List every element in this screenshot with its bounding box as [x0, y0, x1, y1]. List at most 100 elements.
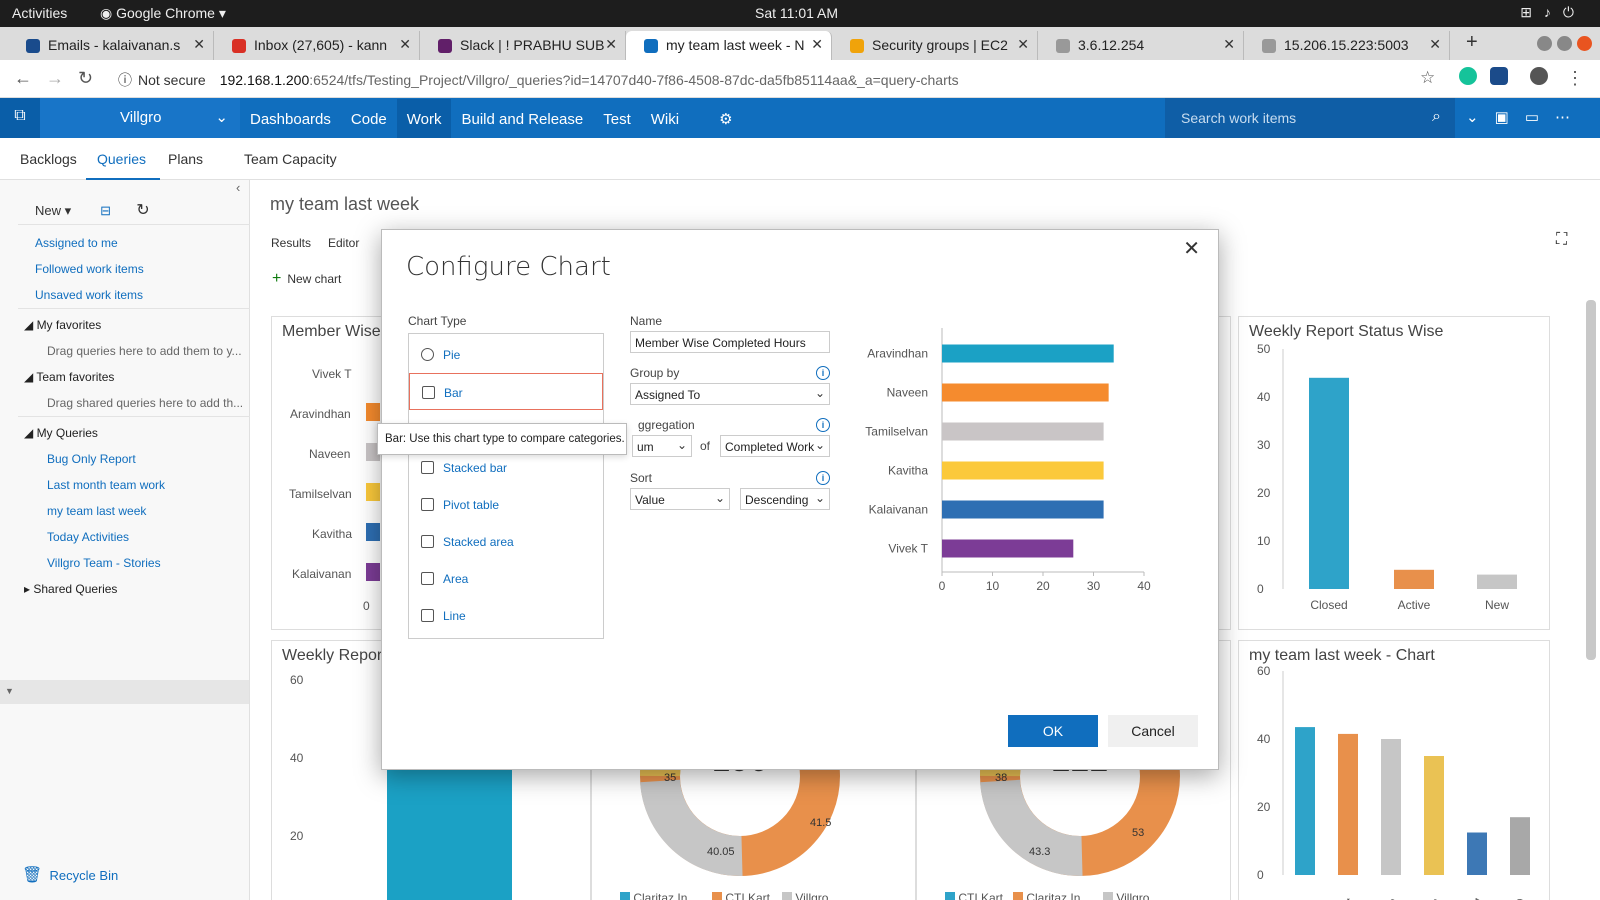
profile-icon[interactable]	[1530, 67, 1548, 85]
grammarly-icon[interactable]	[1459, 67, 1477, 85]
link-unsaved-work-items[interactable]: Unsaved work items	[35, 288, 143, 302]
chart-type-bar[interactable]: Bar	[409, 373, 603, 410]
close-window-icon[interactable]	[1577, 36, 1592, 51]
chart-type-line[interactable]: Line	[409, 597, 603, 634]
group-by-label: Group by	[630, 366, 680, 380]
nav-dashboards[interactable]: Dashboards	[240, 99, 341, 139]
more-icon[interactable]: ⋯	[1555, 109, 1586, 126]
search-work-items[interactable]: Search work items ⌕	[1165, 98, 1455, 138]
tab-close-icon[interactable]: ✕	[811, 36, 823, 53]
tab-close-icon[interactable]: ✕	[605, 36, 617, 53]
nav-test[interactable]: Test	[593, 99, 641, 139]
group-my-queries[interactable]: ◢ My Queries	[24, 426, 98, 440]
tfs-logo-icon[interactable]: ⧉	[0, 98, 40, 138]
tab-close-icon[interactable]: ✕	[1223, 36, 1235, 53]
nav-wiki[interactable]: Wiki	[641, 99, 689, 139]
search-icon[interactable]: ⌕	[1432, 108, 1441, 126]
info-icon[interactable]: ⓘ	[118, 72, 132, 88]
cancel-button[interactable]: Cancel	[1108, 715, 1198, 747]
browser-tab-active[interactable]: my team last week - N ✕	[626, 31, 832, 60]
tab-team-capacity[interactable]: Team Capacity	[244, 151, 337, 167]
tab-results[interactable]: Results	[271, 236, 311, 250]
tab-close-icon[interactable]: ✕	[399, 36, 411, 53]
browser-tab[interactable]: Slack | ! PRABHU SUB ✕	[420, 31, 626, 60]
tab-close-icon[interactable]: ✕	[1429, 36, 1441, 53]
recycle-bin-link[interactable]: 🗑 Recycle Bin	[22, 865, 118, 885]
chart-tile-team-last-week[interactable]: my team last week - Chart 6040200In...Ka…	[1238, 640, 1550, 900]
refresh-icon[interactable]: ↻	[136, 202, 149, 219]
aggregation-field-select[interactable]: Completed Work ⌄	[720, 435, 830, 457]
new-tab-button[interactable]: +	[1466, 31, 1478, 54]
query-item-selected[interactable]: my team last week	[47, 504, 146, 518]
nav-code[interactable]: Code	[341, 99, 397, 139]
query-item[interactable]: Last month team work	[47, 478, 165, 492]
fullscreen-icon[interactable]: ⛶	[1556, 231, 1567, 249]
browser-tab[interactable]: Emails - kalaivanan.s ✕	[8, 31, 214, 60]
collapse-panel-icon[interactable]: ‹	[236, 180, 240, 195]
info-icon[interactable]: i	[816, 471, 830, 485]
chart-tile-status-wise[interactable]: Weekly Report Status Wise 50 40 30 20 10 0 Clo…	[1238, 316, 1550, 630]
tab-backlogs[interactable]: Backlogs	[20, 151, 77, 167]
tab-plans[interactable]: Plans	[168, 151, 203, 167]
group-by-select[interactable]: Assigned To ⌄	[630, 383, 830, 405]
browser-tab[interactable]: 3.6.12.254 ✕	[1038, 31, 1244, 60]
nav-build-release[interactable]: Build and Release	[451, 99, 593, 139]
nav-work[interactable]: Work	[396, 99, 452, 139]
new-dropdown[interactable]: New ▾	[35, 203, 71, 218]
url-field[interactable]: ⓘ Not secure 192.168.1.200:6524/tfs/Testin…	[118, 70, 959, 90]
query-item[interactable]: Today Activities	[47, 530, 129, 544]
new-chart-button[interactable]: + New chart	[272, 270, 341, 288]
extension-icon[interactable]	[1490, 67, 1508, 85]
system-tray[interactable]: ⊞♪⏻	[1520, 4, 1586, 21]
sort-direction-select[interactable]: Descending ⌄	[740, 488, 830, 510]
chart-type-area[interactable]: Area	[409, 560, 603, 597]
area-chart-icon	[421, 572, 434, 585]
reload-icon[interactable]: ↻	[78, 68, 93, 89]
forward-arrow-icon[interactable]: →	[46, 68, 64, 89]
group-my-favorites[interactable]: ◢ My favorites	[24, 318, 101, 332]
browser-tab[interactable]: Security groups | EC2 ✕	[832, 31, 1038, 60]
user-avatar-icon[interactable]: ▭	[1525, 109, 1555, 126]
tab-editor[interactable]: Editor	[328, 236, 359, 250]
chart-type-stacked-area[interactable]: Stacked area	[409, 523, 603, 560]
activities-button[interactable]: Activities	[12, 5, 67, 21]
tab-close-icon[interactable]: ✕	[193, 36, 205, 53]
tab-close-icon[interactable]: ✕	[1017, 36, 1029, 53]
query-item[interactable]: Villgro Team - Stories	[47, 556, 161, 570]
app-menu[interactable]: ◉ Google Chrome ▾	[100, 5, 226, 22]
clock[interactable]: Sat 11:01 AM	[755, 5, 838, 21]
ok-button[interactable]: OK	[1008, 715, 1098, 747]
axis-label: Tamilselvan	[289, 487, 352, 501]
group-team-favorites[interactable]: ◢ Team favorites	[24, 370, 114, 384]
settings-gear-icon[interactable]: ⚙	[689, 98, 742, 138]
group-shared-queries[interactable]: ▸ Shared Queries	[24, 582, 117, 596]
aggregation-function-select[interactable]: um ⌄	[632, 435, 692, 457]
folder-icon[interactable]: ⊟	[100, 203, 111, 218]
link-followed-work-items[interactable]: Followed work items	[35, 262, 144, 276]
marketplace-icon[interactable]: ▣	[1495, 109, 1525, 126]
project-selector[interactable]: Villgro ⌄	[40, 98, 240, 138]
query-item[interactable]: Bug Only Report	[47, 452, 136, 466]
more-menu-icon[interactable]: ⋮	[1566, 68, 1584, 89]
team-chart: 60 40 20 0 In... Kart lgro aan eM her)	[1257, 664, 1530, 900]
tab-queries[interactable]: Queries	[97, 151, 146, 167]
maximize-icon[interactable]	[1557, 36, 1572, 51]
chart-type-pie[interactable]: Pie	[409, 336, 603, 373]
info-icon[interactable]: i	[816, 418, 830, 432]
browser-tab[interactable]: 15.206.15.223:5003 ✕	[1244, 31, 1450, 60]
back-arrow-icon[interactable]: ←	[14, 68, 32, 89]
chart-type-pivot-table[interactable]: Pivot table	[409, 486, 603, 523]
divider	[18, 224, 250, 225]
chart-name-input[interactable]: Member Wise Completed Hours	[630, 331, 830, 353]
link-assigned-to-me[interactable]: Assigned to me	[35, 236, 118, 250]
minimize-icon[interactable]	[1537, 36, 1552, 51]
url-host: 192.168.1.200	[219, 72, 310, 88]
close-icon[interactable]: ✕	[1183, 236, 1200, 261]
bookmark-star-icon[interactable]: ☆	[1420, 68, 1435, 88]
sort-by-select[interactable]: Value ⌄	[630, 488, 730, 510]
page-scrollbar[interactable]	[1586, 300, 1596, 660]
info-icon[interactable]: i	[816, 366, 830, 380]
chart-type-label: Line	[443, 609, 466, 623]
chevron-down-icon[interactable]: ⌄	[1466, 109, 1495, 126]
browser-tab[interactable]: Inbox (27,605) - kann ✕	[214, 31, 420, 60]
